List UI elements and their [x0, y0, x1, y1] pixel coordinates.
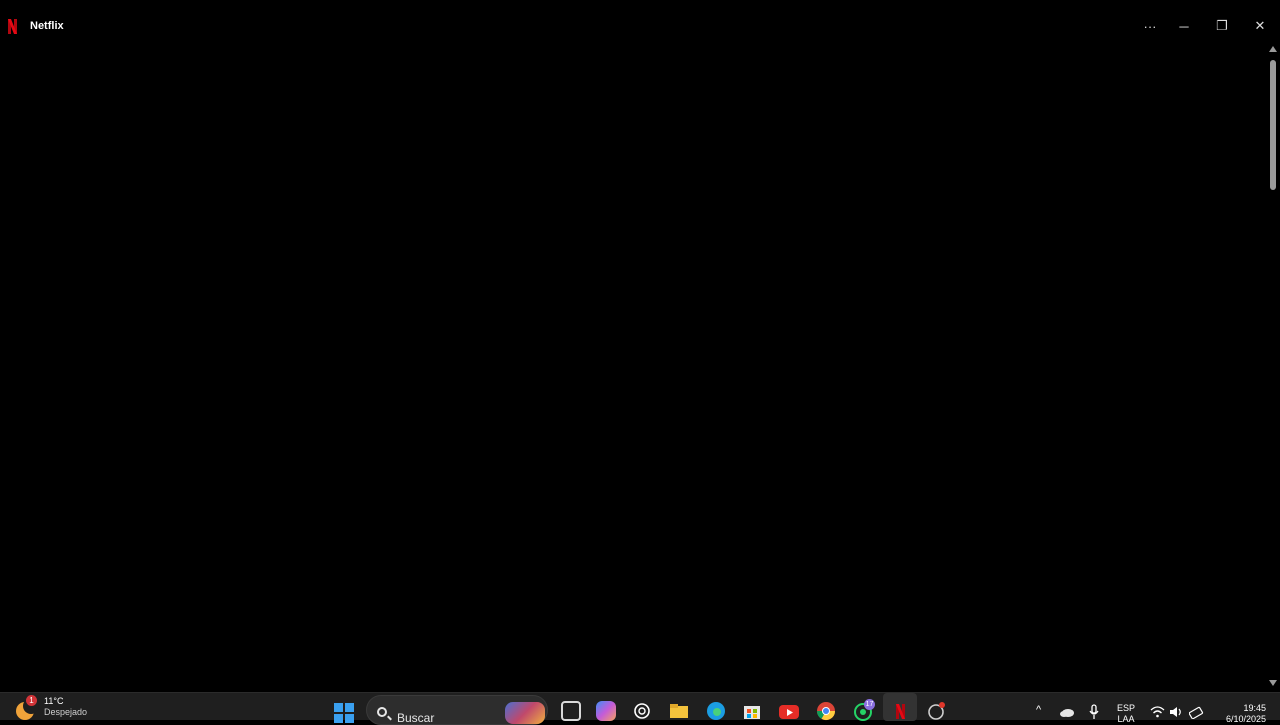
- app-content-area: [0, 40, 1266, 692]
- microsoft-store-icon[interactable]: [742, 701, 762, 721]
- taskbar: 1 11°C Despejado Buscar 17 ^ ESP LAA 19:…: [0, 692, 1280, 725]
- weather-temperature: 11°C: [44, 696, 64, 706]
- windows-start-icon[interactable]: [334, 703, 354, 723]
- weather-badge: 1: [26, 695, 37, 706]
- taskbar-search-box[interactable]: Buscar: [366, 695, 548, 725]
- other-app-icon[interactable]: [926, 701, 946, 721]
- copilot-icon[interactable]: [596, 701, 616, 721]
- search-icon: [377, 707, 387, 717]
- vertical-scrollbar[interactable]: [1266, 40, 1280, 692]
- show-hidden-icons-chevron-icon[interactable]: ^: [1036, 704, 1041, 716]
- chrome-icon[interactable]: [816, 701, 836, 721]
- microphone-icon[interactable]: [1088, 704, 1100, 720]
- scroll-up-arrow-icon[interactable]: [1269, 46, 1277, 52]
- battery-icon[interactable]: [1189, 705, 1205, 719]
- search-placeholder: Buscar: [397, 711, 435, 725]
- title-bar: Netflix ··· ─ ❐ ✕: [0, 0, 1280, 40]
- maximize-button[interactable]: ❐: [1203, 12, 1241, 40]
- scroll-down-arrow-icon[interactable]: [1269, 680, 1277, 686]
- weather-widget[interactable]: 1 11°C Despejado: [14, 695, 88, 720]
- clock-time: 19:45: [1243, 703, 1266, 713]
- whatsapp-badge: 17: [864, 699, 875, 710]
- weather-condition: Despejado: [44, 707, 88, 717]
- chatgpt-icon[interactable]: [632, 701, 652, 721]
- volume-icon[interactable]: [1169, 705, 1183, 719]
- language-indicator[interactable]: ESP LAA: [1112, 703, 1140, 725]
- onedrive-icon[interactable]: [1059, 705, 1075, 719]
- scroll-thumb[interactable]: [1270, 60, 1276, 190]
- file-explorer-icon[interactable]: [669, 701, 689, 721]
- netflix-logo-icon: [8, 19, 17, 34]
- close-button[interactable]: ✕: [1241, 12, 1279, 40]
- minimize-button[interactable]: ─: [1165, 12, 1203, 40]
- youtube-icon[interactable]: [779, 701, 799, 721]
- moon-weather-icon: 1: [14, 695, 39, 720]
- search-highlight-image: [505, 702, 545, 724]
- more-options-button[interactable]: ···: [1131, 12, 1169, 40]
- task-view-icon[interactable]: [561, 701, 581, 721]
- wifi-icon[interactable]: [1150, 705, 1165, 719]
- window-title: Netflix: [30, 20, 64, 32]
- netflix-taskbar-icon[interactable]: [890, 701, 910, 721]
- clock[interactable]: 19:45 6/10/2025: [1214, 703, 1266, 725]
- edge-icon[interactable]: [706, 701, 726, 721]
